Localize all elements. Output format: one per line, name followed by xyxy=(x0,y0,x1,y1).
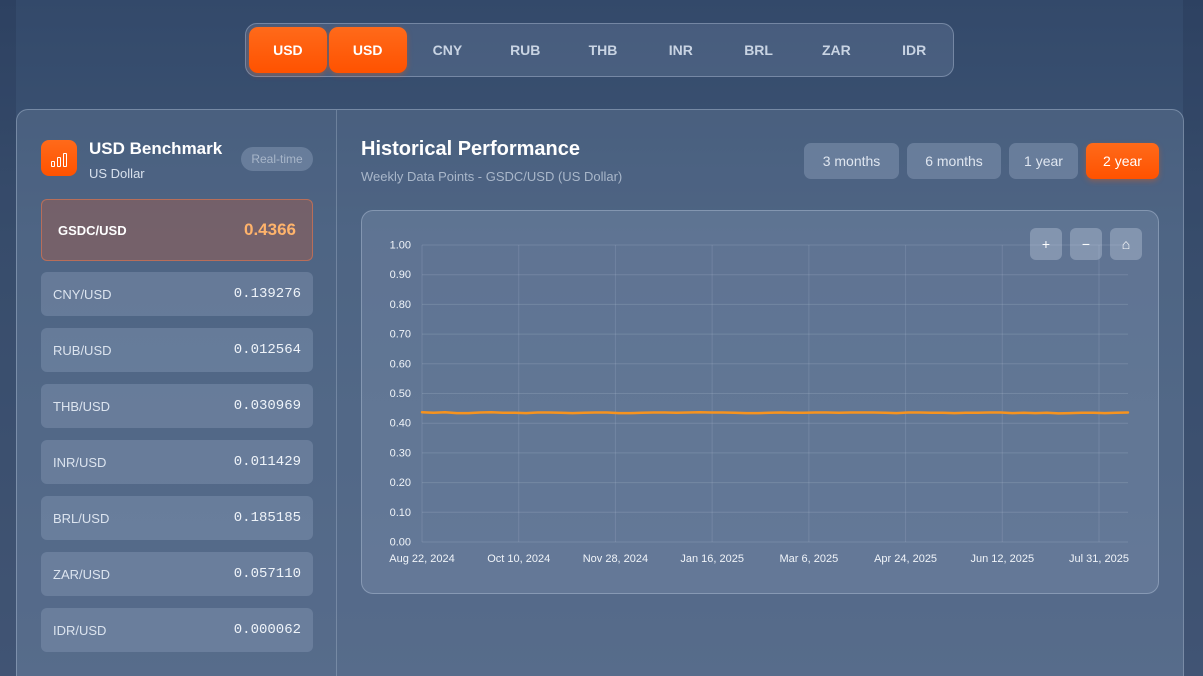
realtime-badge: Real-time xyxy=(241,147,313,171)
y-tick-label: 0.40 xyxy=(390,418,411,430)
y-tick-label: 0.10 xyxy=(390,507,411,519)
primary-rate-value: 0.4366 xyxy=(244,220,296,239)
rate-value: 0.139276 xyxy=(233,286,301,302)
rate-value: 0.057110 xyxy=(233,566,301,582)
tab-zar[interactable]: ZAR xyxy=(797,27,875,73)
page-edge-left xyxy=(0,0,16,676)
rate-row-inr[interactable]: INR/USD 0.011429 xyxy=(41,440,313,484)
rate-row-thb[interactable]: THB/USD 0.030969 xyxy=(41,384,313,428)
rate-pair: ZAR/USD xyxy=(53,566,111,582)
tab-cny[interactable]: CNY xyxy=(409,27,487,73)
y-tick-label: 0.70 xyxy=(390,329,411,341)
tab-idr[interactable]: IDR xyxy=(875,27,953,73)
period-selector: 3 months 6 months 1 year 2 year xyxy=(804,143,1159,179)
bar-chart-icon xyxy=(41,140,77,176)
tab-rub[interactable]: RUB xyxy=(486,27,564,73)
y-tick-label: 0.00 xyxy=(390,537,411,549)
tab-usd[interactable]: USD xyxy=(328,27,407,73)
x-tick-label: Apr 24, 2025 xyxy=(874,553,937,565)
primary-rate-pair: GSDC/USD xyxy=(58,222,127,238)
x-tick-label: Nov 28, 2024 xyxy=(583,553,648,565)
rate-row-idr[interactable]: IDR/USD 0.000062 xyxy=(41,608,313,652)
period-2-year[interactable]: 2 year xyxy=(1086,143,1159,179)
x-tick-label: Oct 10, 2024 xyxy=(487,553,550,565)
x-tick-label: Mar 6, 2025 xyxy=(780,553,839,565)
zoom-reset-button[interactable]: ⌂ xyxy=(1110,228,1142,260)
rate-row-rub[interactable]: RUB/USD 0.012564 xyxy=(41,328,313,372)
line-chart: 0.00 0.10 0.20 0.30 0.40 0.50 0.60 0.70 0.80 0.90… xyxy=(389,240,1130,565)
tab-usd-primary[interactable]: USD xyxy=(249,27,327,73)
chart-container: 0.00 0.10 0.20 0.30 0.40 0.50 0.60 0.70 0.80 0.90… xyxy=(361,210,1159,594)
zoom-in-button[interactable]: + xyxy=(1030,228,1062,260)
rate-pair: THB/USD xyxy=(53,398,111,414)
rate-pair: CNY/USD xyxy=(53,286,112,302)
history-title: Historical Performance xyxy=(361,138,580,160)
rate-pair: BRL/USD xyxy=(53,510,110,526)
x-tick-label: Jun 12, 2025 xyxy=(970,553,1034,565)
x-tick-label: Jan 16, 2025 xyxy=(680,553,744,565)
rate-value: 0.011429 xyxy=(233,454,301,470)
benchmark-subtitle: US Dollar xyxy=(89,166,145,181)
y-tick-label: 0.30 xyxy=(390,447,411,459)
x-tick-label: Aug 22, 2024 xyxy=(389,553,454,565)
rate-pair: IDR/USD xyxy=(53,622,107,638)
x-tick-label: Jul 31, 2025 xyxy=(1069,553,1129,565)
zoom-out-button[interactable]: − xyxy=(1070,228,1102,260)
rate-value: 0.000062 xyxy=(233,622,301,638)
rate-row-zar[interactable]: ZAR/USD 0.057110 xyxy=(41,552,313,596)
y-tick-label: 0.60 xyxy=(390,358,411,370)
rate-row-brl[interactable]: BRL/USD 0.185185 xyxy=(41,496,313,540)
rate-list: CNY/USD 0.139276 RUB/USD 0.012564 THB/US… xyxy=(41,272,313,664)
main-card: USD Benchmark US Dollar Real-time GSDC/U… xyxy=(16,109,1184,676)
rate-pair: RUB/USD xyxy=(53,342,112,358)
rate-pair: INR/USD xyxy=(53,454,107,470)
rate-value: 0.030969 xyxy=(233,398,301,414)
tab-thb[interactable]: THB xyxy=(564,27,642,73)
benchmark-title: USD Benchmark xyxy=(89,139,223,158)
y-tick-label: 1.00 xyxy=(390,240,411,252)
currency-tabs: USD USD CNY RUB THB INR BRL ZAR IDR xyxy=(245,23,954,77)
primary-rate-row[interactable]: GSDC/USD 0.4366 xyxy=(41,199,313,261)
benchmark-panel: USD Benchmark US Dollar Real-time GSDC/U… xyxy=(17,110,337,676)
rate-value: 0.012564 xyxy=(233,342,301,358)
period-6-months[interactable]: 6 months xyxy=(907,143,1001,179)
tab-inr[interactable]: INR xyxy=(642,27,720,73)
period-1-year[interactable]: 1 year xyxy=(1009,143,1078,179)
period-3-months[interactable]: 3 months xyxy=(804,143,899,179)
y-tick-label: 0.80 xyxy=(390,299,411,311)
y-tick-label: 0.20 xyxy=(390,477,411,489)
history-subtitle: Weekly Data Points - GSDC/USD (US Dollar… xyxy=(361,169,623,184)
series-line xyxy=(420,410,1130,415)
rate-value: 0.185185 xyxy=(233,510,301,526)
tab-brl[interactable]: BRL xyxy=(720,27,798,73)
zoom-controls: + − ⌂ xyxy=(1030,228,1142,260)
y-tick-label: 0.90 xyxy=(390,269,411,281)
page-edge-right xyxy=(1183,0,1203,676)
y-tick-label: 0.50 xyxy=(390,388,411,400)
rate-row-cny[interactable]: CNY/USD 0.139276 xyxy=(41,272,313,316)
